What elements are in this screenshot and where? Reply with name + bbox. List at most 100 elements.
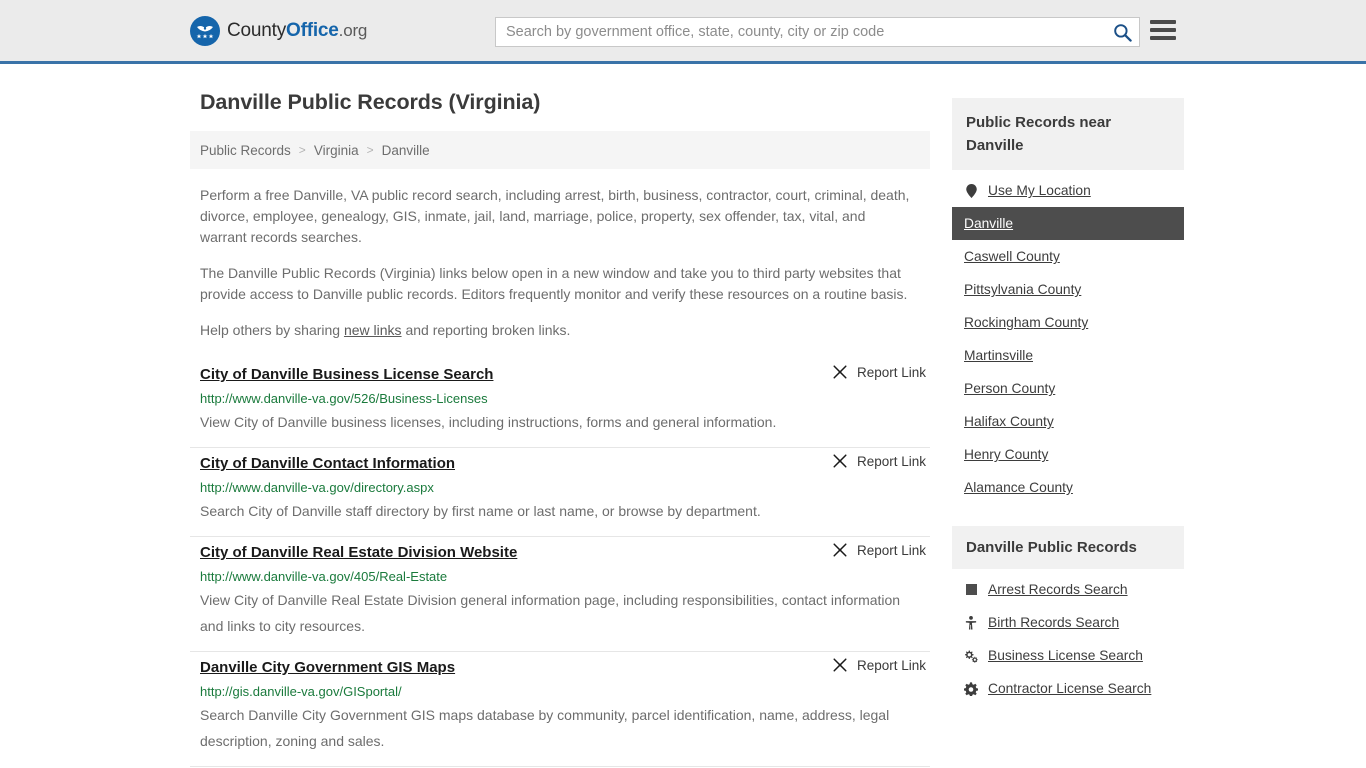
- hamburger-bar: [1150, 28, 1176, 32]
- sidebar-item-label[interactable]: Pittsylvania County: [964, 282, 1081, 297]
- sidebar-item-person-county[interactable]: Person County: [952, 372, 1184, 405]
- broken-link-icon: [833, 658, 847, 672]
- sidebar-item-birth-records-search[interactable]: Birth Records Search: [952, 606, 1184, 639]
- intro-paragraph-3: Help others by sharing new links and rep…: [200, 320, 912, 341]
- share-text-before: Help others by sharing: [200, 322, 344, 338]
- result-title-link[interactable]: City of Danville Business License Search: [200, 364, 493, 386]
- report-link-label: Report Link: [856, 542, 926, 558]
- page-title: Danville Public Records (Virginia): [200, 90, 541, 114]
- report-link-label: Report Link: [856, 453, 926, 469]
- sidebar-item-label[interactable]: Business License Search: [988, 648, 1143, 663]
- sidebar: Public Records near Danville Use My Loca…: [952, 64, 1184, 705]
- site-logo-text: CountyOffice.org: [227, 20, 367, 42]
- result-title-link[interactable]: City of Danville Real Estate Division We…: [200, 542, 517, 564]
- result-item: City of Danville Business License Search…: [190, 359, 930, 448]
- sidebar-item-alamance-county[interactable]: Alamance County: [952, 471, 1184, 504]
- search-bar[interactable]: [495, 17, 1140, 47]
- report-link-label: Report Link: [856, 364, 926, 380]
- report-link-button[interactable]: Report Link: [832, 453, 930, 469]
- sidebar-records-heading: Danville Public Records: [952, 526, 1184, 569]
- sidebar-item-contractor-license-search[interactable]: Contractor License Search: [952, 672, 1184, 705]
- report-link-button[interactable]: Report Link: [832, 542, 930, 558]
- report-link-button[interactable]: Report Link: [832, 364, 930, 380]
- page-body: Danville Public Records (Virginia) Publi…: [0, 64, 1366, 768]
- share-text-after: and reporting broken links.: [401, 322, 571, 338]
- sidebar-item-caswell-county[interactable]: Caswell County: [952, 240, 1184, 273]
- sidebar-item-use-my-location[interactable]: Use My Location: [952, 174, 1184, 207]
- result-item: City of Danville Real Estate Division We…: [190, 537, 930, 652]
- breadcrumb-item-public-records[interactable]: Public Records: [200, 143, 291, 158]
- hamburger-menu-icon[interactable]: [1150, 20, 1176, 40]
- result-url[interactable]: http://www.danville-va.gov/526/Business-…: [200, 390, 930, 407]
- baby-icon: [964, 615, 978, 630]
- result-url[interactable]: http://gis.danville-va.gov/GISportal/: [200, 683, 930, 700]
- intro-paragraph-1: Perform a free Danville, VA public recor…: [200, 187, 910, 245]
- result-title-link[interactable]: Danville City Government GIS Maps: [200, 657, 455, 679]
- sidebar-item-label[interactable]: Contractor License Search: [988, 681, 1151, 696]
- fingerprint-icon: [964, 584, 978, 595]
- result-description: View City of Danville business licenses,…: [200, 414, 777, 430]
- report-link-button[interactable]: Report Link: [832, 657, 930, 673]
- result-url[interactable]: http://www.danville-va.gov/directory.asp…: [200, 479, 930, 496]
- logo-text-org: .org: [338, 20, 368, 40]
- sidebar-item-label[interactable]: Use My Location: [988, 183, 1091, 198]
- result-url[interactable]: http://www.danville-va.gov/405/Real-Esta…: [200, 568, 930, 585]
- breadcrumb-item-danville[interactable]: Danville: [382, 143, 430, 158]
- site-logo[interactable]: CountyOffice.org: [190, 15, 367, 46]
- search-input[interactable]: [496, 18, 1105, 46]
- site-header: CountyOffice.org: [0, 0, 1366, 64]
- sidebar-item-business-license-search[interactable]: Business License Search: [952, 639, 1184, 672]
- sidebar-item-label[interactable]: Martinsville: [964, 348, 1033, 363]
- breadcrumb-separator-icon: >: [298, 143, 306, 157]
- sidebar-item-label[interactable]: Halifax County: [964, 414, 1054, 429]
- sidebar-item-label[interactable]: Alamance County: [964, 480, 1073, 495]
- results-list: City of Danville Business License Search…: [190, 359, 930, 768]
- broken-link-icon: [833, 454, 847, 468]
- sidebar-item-label[interactable]: Rockingham County: [964, 315, 1088, 330]
- sidebar-item-label[interactable]: Caswell County: [964, 249, 1060, 264]
- sidebar-item-martinsville[interactable]: Martinsville: [952, 339, 1184, 372]
- sidebar-item-pittsylvania-county[interactable]: Pittsylvania County: [952, 273, 1184, 306]
- sidebar-nearby-heading: Public Records near Danville: [952, 98, 1184, 170]
- result-item: Danville City Government GIS Maps Report…: [190, 652, 930, 767]
- countyoffice-eagle-icon: [190, 15, 220, 46]
- search-icon: [1113, 23, 1132, 42]
- breadcrumb-separator-icon: >: [366, 143, 374, 157]
- main-content: Danville Public Records (Virginia) Publi…: [190, 64, 930, 768]
- sidebar-item-rockingham-county[interactable]: Rockingham County: [952, 306, 1184, 339]
- sidebar-item-danville[interactable]: Danville: [952, 207, 1184, 240]
- broken-link-icon: [833, 543, 847, 557]
- broken-link-icon: [833, 365, 847, 379]
- new-links-link[interactable]: new links: [344, 322, 402, 338]
- result-title-link[interactable]: City of Danville Contact Information: [200, 453, 455, 475]
- result-header: City of Danville Business License Search…: [200, 364, 930, 386]
- hamburger-bar: [1150, 36, 1176, 40]
- sidebar-item-halifax-county[interactable]: Halifax County: [952, 405, 1184, 438]
- result-item: City of Danville Contact Information Rep…: [190, 448, 930, 537]
- map-pin-icon: [964, 183, 978, 198]
- result-header: City of Danville Contact Information Rep…: [200, 453, 930, 475]
- sidebar-item-henry-county[interactable]: Henry County: [952, 438, 1184, 471]
- result-description: Search Danville City Government GIS maps…: [200, 707, 890, 749]
- breadcrumb-item-virginia[interactable]: Virginia: [314, 143, 359, 158]
- hamburger-bar: [1150, 20, 1176, 24]
- result-header: Danville City Government GIS Maps Report…: [200, 657, 930, 679]
- sidebar-item-label[interactable]: Birth Records Search: [988, 615, 1119, 630]
- sidebar-item-label[interactable]: Arrest Records Search: [988, 582, 1128, 597]
- sidebar-item-label[interactable]: Person County: [964, 381, 1055, 396]
- result-description: View City of Danville Real Estate Divisi…: [200, 592, 901, 634]
- report-link-label: Report Link: [856, 657, 926, 673]
- sidebar-nearby-list: Use My Location Danville Caswell County …: [952, 174, 1184, 504]
- sidebar-item-label[interactable]: Henry County: [964, 447, 1048, 462]
- intro-paragraph-2: The Danville Public Records (Virginia) l…: [200, 265, 908, 302]
- gears-icon: [964, 649, 978, 663]
- result-header: City of Danville Real Estate Division We…: [200, 542, 930, 564]
- logo-text-county: County: [227, 19, 287, 41]
- sidebar-records-list: Arrest Records Search Birth Records Sear…: [952, 573, 1184, 705]
- search-button[interactable]: [1105, 18, 1139, 46]
- sidebar-item-arrest-records-search[interactable]: Arrest Records Search: [952, 573, 1184, 606]
- sidebar-item-label[interactable]: Danville: [964, 216, 1013, 231]
- logo-text-office: Office: [286, 19, 339, 41]
- gear-icon: [964, 681, 978, 696]
- result-description: Search City of Danville staff directory …: [200, 503, 761, 519]
